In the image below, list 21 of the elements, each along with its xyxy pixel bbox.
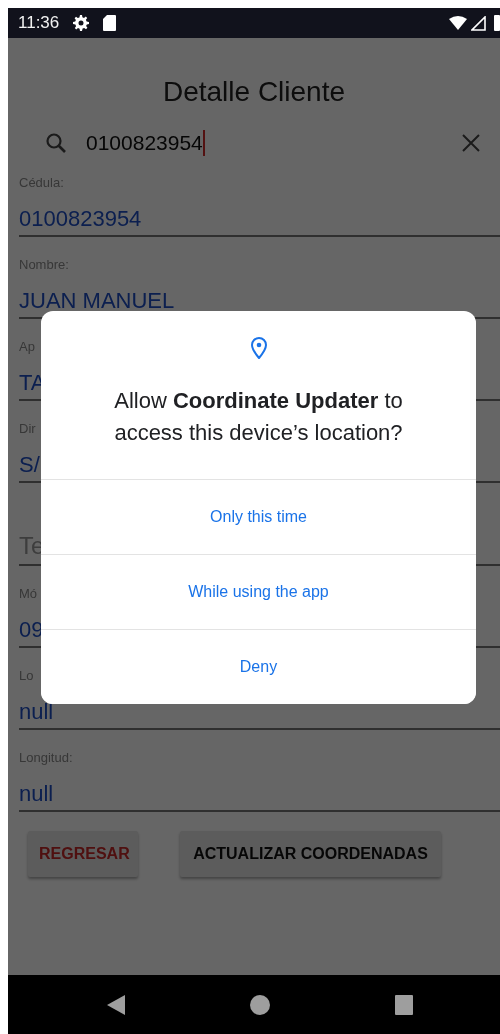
close-icon[interactable] <box>462 134 480 152</box>
location-pin-icon <box>250 337 267 359</box>
search-icon[interactable] <box>45 132 67 154</box>
input-field[interactable]: null <box>19 779 500 812</box>
home-icon[interactable] <box>250 994 270 1015</box>
settings-icon <box>73 15 90 31</box>
wifi-icon <box>449 16 467 30</box>
signal-icon <box>471 15 486 31</box>
search-input[interactable]: 0100823954 <box>86 131 203 155</box>
back-button[interactable]: REGRESAR <box>28 831 138 877</box>
recents-icon[interactable] <box>395 994 413 1015</box>
input-field[interactable]: 0100823954 <box>19 204 500 237</box>
status-time: 11:36 <box>18 13 60 33</box>
back-icon[interactable] <box>107 994 125 1015</box>
battery-icon <box>494 15 500 31</box>
dialog-option[interactable]: Deny <box>41 629 476 704</box>
dialog-title: Allow Coordinate Updater to access this device’s location? <box>113 387 404 447</box>
text-cursor <box>202 130 205 156</box>
sd-card-icon <box>103 15 117 31</box>
screen-title: Detalle Cliente <box>161 75 347 109</box>
update-coordinates-button[interactable]: ACTUALIZAR COORDENADAS <box>180 831 441 877</box>
